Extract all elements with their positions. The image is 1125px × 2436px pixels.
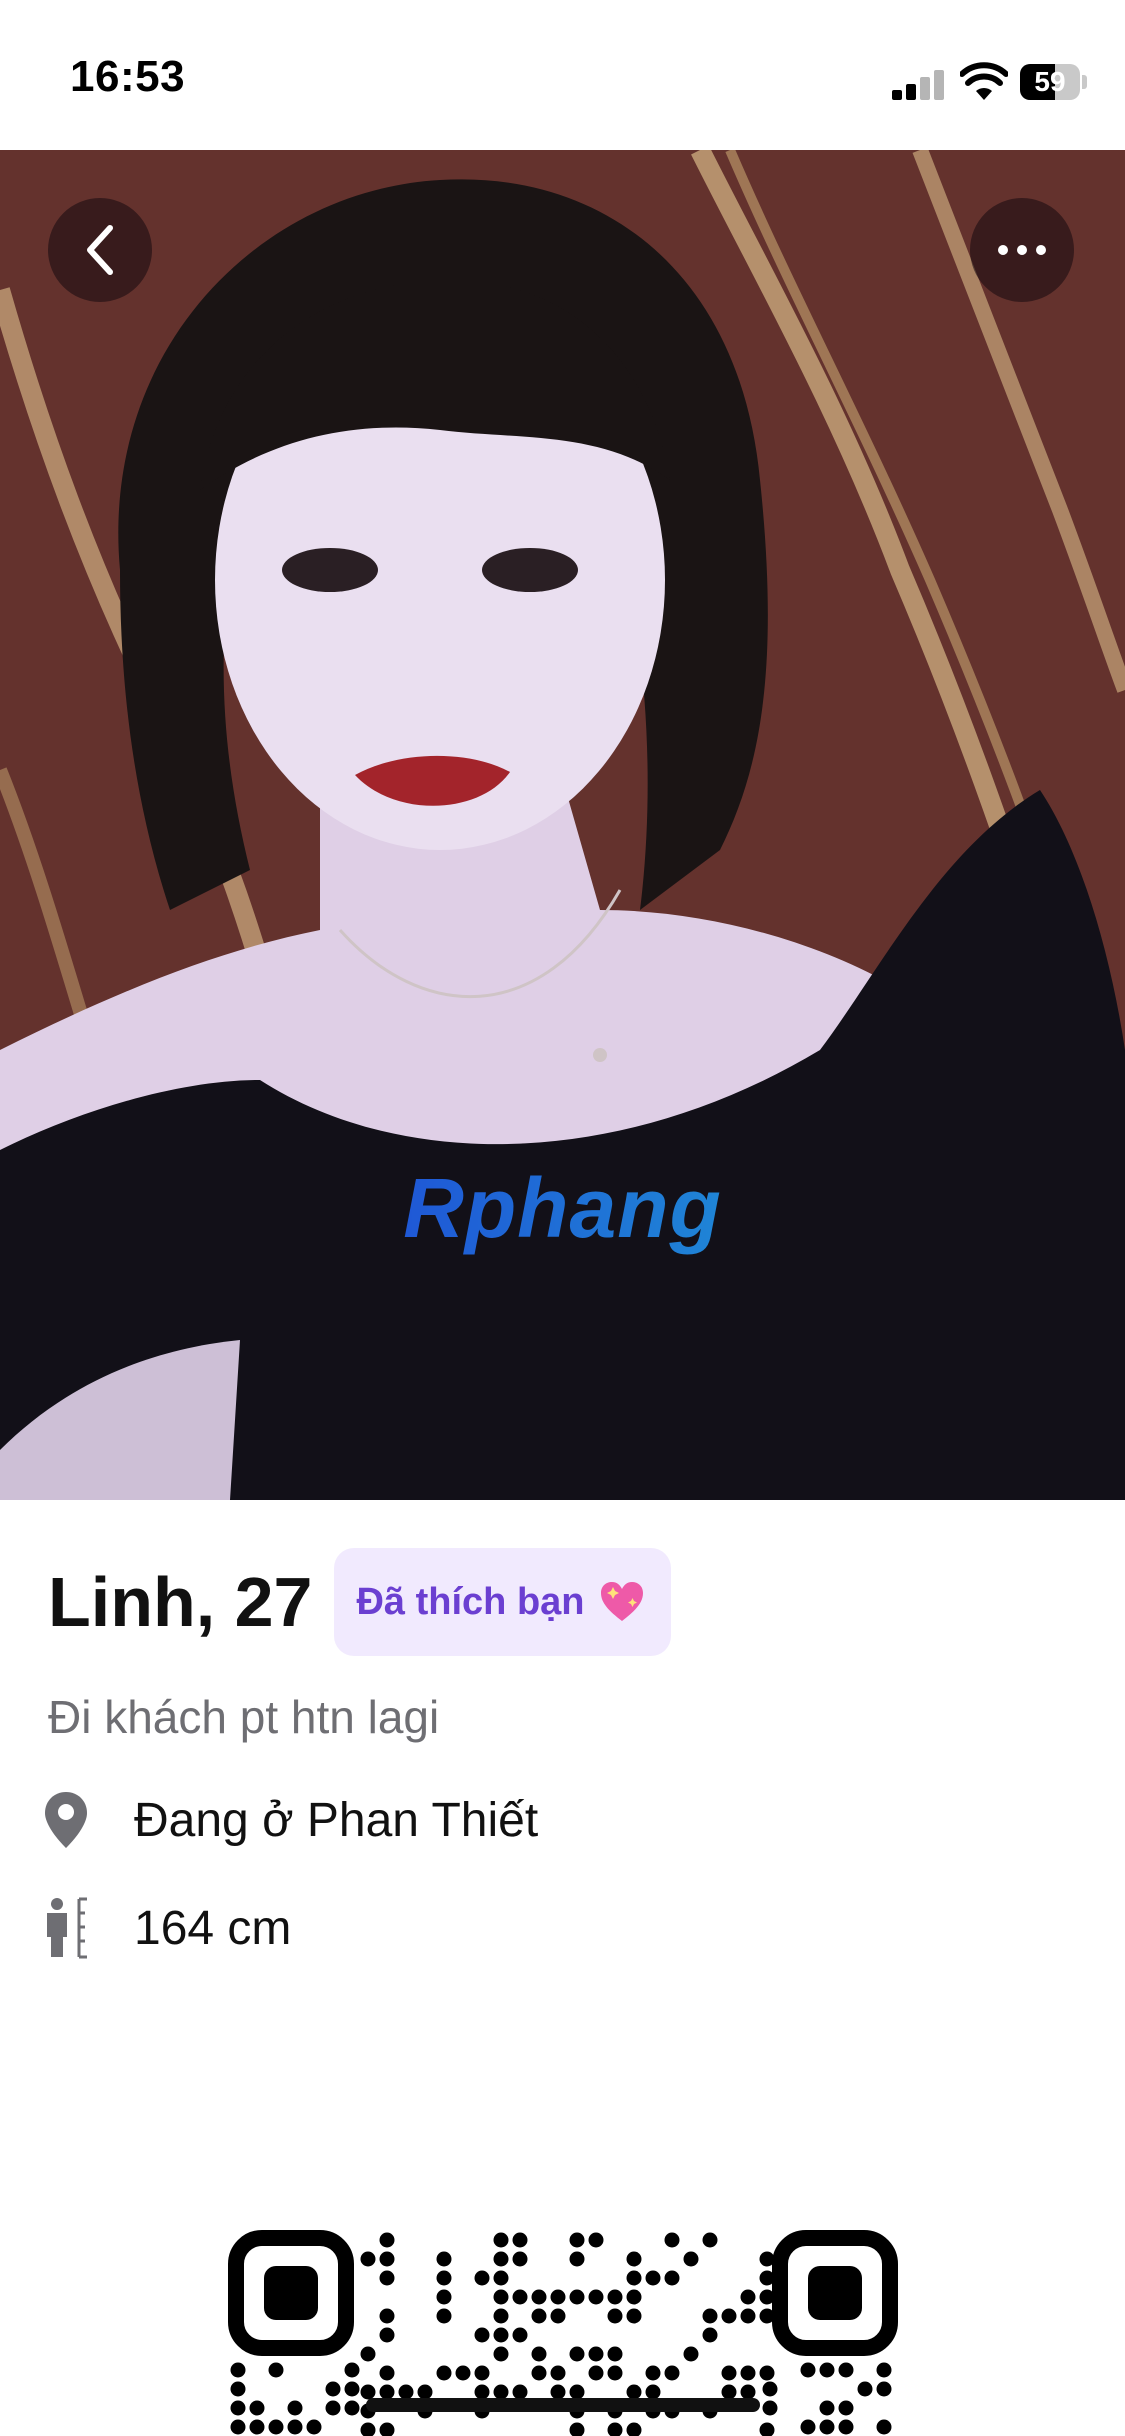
height-text: 164 cm: [134, 1901, 292, 1955]
profile-bio: Đi khách pt htn lagi: [48, 1691, 440, 1743]
location-text: Đang ở Phan Thiết: [134, 1793, 539, 1847]
liked-you-label: Đã thích bạn: [356, 1580, 585, 1623]
profile-photo[interactable]: Rphang: [0, 150, 1125, 1500]
status-bar: 16:53 59: [0, 0, 1125, 150]
name-row: Linh, 27 Đã thích bạn: [48, 1548, 671, 1656]
ellipsis-icon: [998, 245, 1046, 255]
profile-name-age: Linh, 27: [48, 1563, 313, 1641]
back-button[interactable]: [48, 198, 152, 302]
liked-you-badge: Đã thích bạn: [334, 1548, 671, 1656]
watermark-logo: Rphang: [0, 1160, 1125, 1257]
height-ruler-icon: [38, 1896, 94, 1960]
status-time: 16:53: [70, 52, 186, 101]
cellular-signal-icon: [892, 70, 946, 100]
location-row: Đang ở Phan Thiết: [38, 1788, 538, 1852]
battery-level: 59: [1034, 66, 1066, 97]
location-pin-icon: [38, 1788, 94, 1852]
home-indicator: [366, 2398, 760, 2412]
photo-illustration: [0, 150, 1125, 1500]
chevron-left-icon: [87, 225, 113, 275]
height-row: 164 cm: [38, 1896, 291, 1960]
wifi-icon: [960, 62, 1008, 100]
more-options-button[interactable]: [970, 198, 1074, 302]
sparkling-heart-icon: [600, 1582, 643, 1621]
battery-icon: 59: [1020, 64, 1087, 100]
